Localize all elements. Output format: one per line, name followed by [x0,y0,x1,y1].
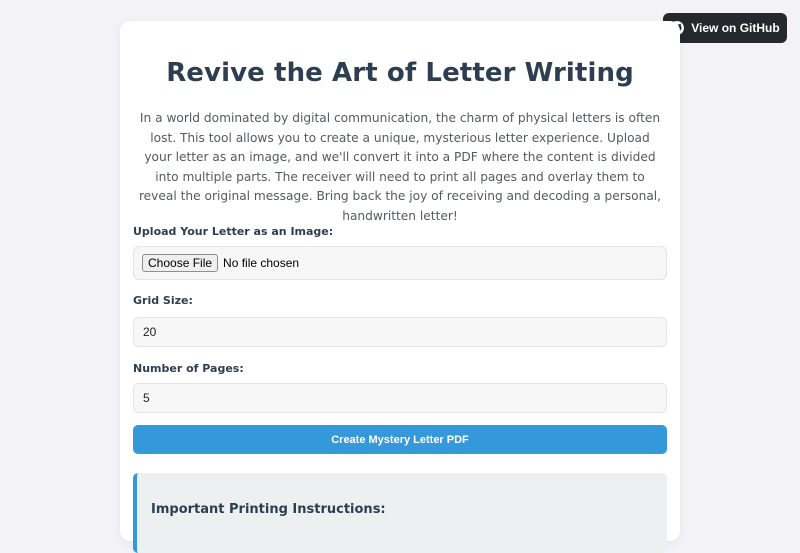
grid-size-value: 20 [143,325,157,339]
github-button-label: View on GitHub [691,21,780,35]
page-title: Revive the Art of Letter Writing [166,58,634,88]
pages-label: Number of Pages: [133,362,244,375]
file-upload-input[interactable]: Choose File No file chosen [133,246,667,280]
pages-value: 5 [143,391,150,405]
grid-size-input[interactable]: 20 [133,317,667,347]
intro-text: In a world dominated by digital communic… [138,111,662,223]
upload-label: Upload Your Letter as an Image: [133,225,334,238]
instructions-title: Important Printing Instructions: [151,502,386,517]
file-status-text: No file chosen [223,256,300,270]
grid-size-label: Grid Size: [133,294,193,307]
create-pdf-button[interactable]: Create Mystery Letter PDF [133,425,667,454]
main-card: Revive the Art of Letter Writing In a wo… [120,21,680,553]
view-on-github-button[interactable]: View on GitHub [663,13,787,43]
choose-file-button[interactable]: Choose File [142,254,219,272]
printing-instructions-box: Important Printing Instructions: [133,473,667,553]
pages-input[interactable]: 5 [133,383,667,413]
